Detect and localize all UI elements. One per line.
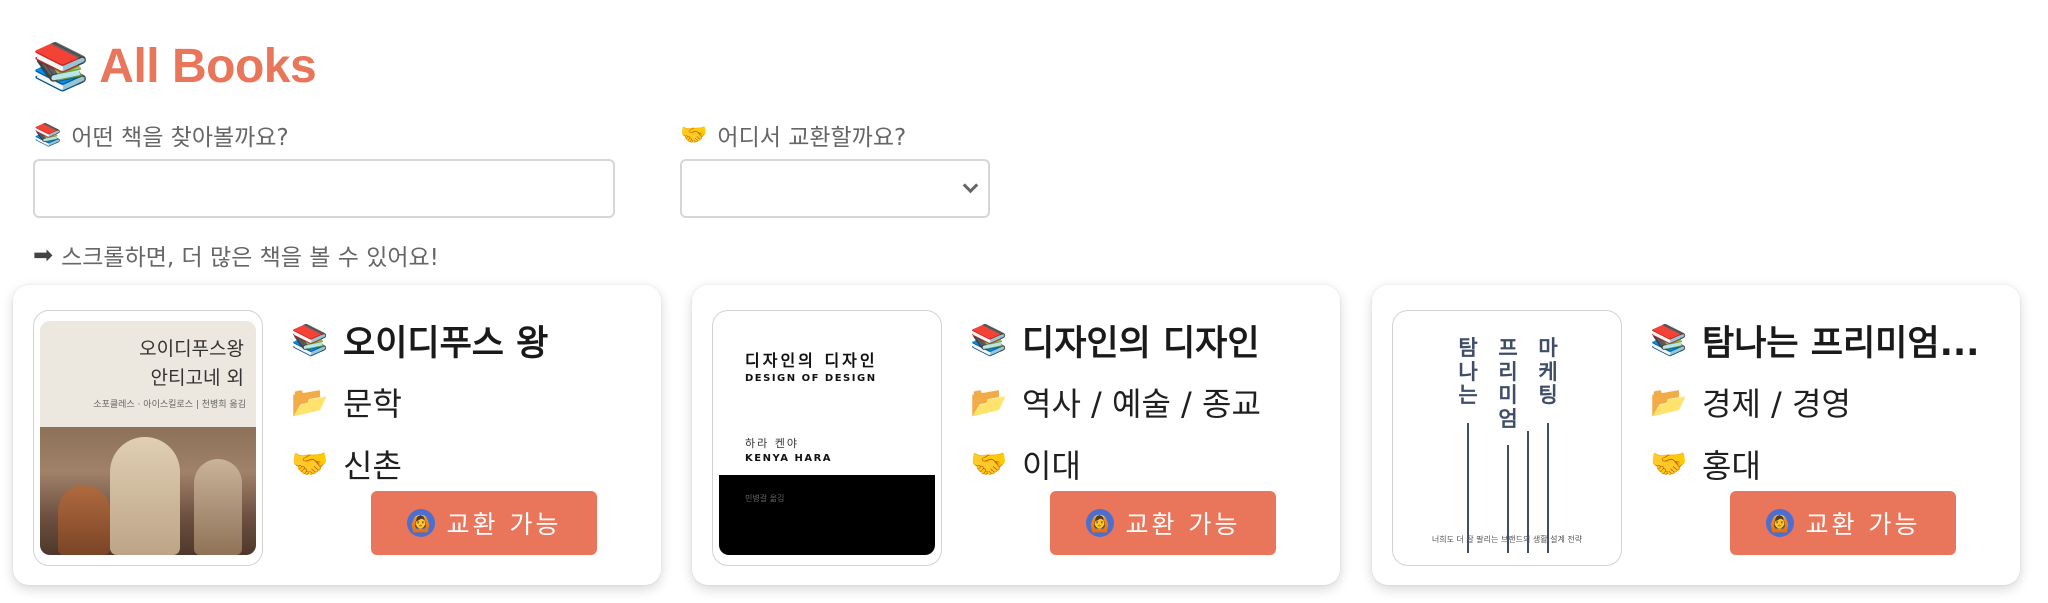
cover-author: 소포클레스 · 아이스킬로스 | 천병희 옮김: [93, 400, 246, 410]
handshake-icon: 🤝: [291, 446, 329, 482]
books-icon: 📚: [1650, 322, 1688, 358]
book-category-row: 📂 역사 / 예술 / 종교: [970, 371, 1320, 433]
page-title: 📚 All Books: [32, 36, 317, 96]
book-category-row: 📂 문학: [291, 371, 641, 433]
cover-painting: [40, 427, 256, 555]
cover-title-en: DESIGN OF DESIGN: [745, 373, 877, 384]
handshake-icon: 🤝: [680, 122, 708, 148]
book-category: 경제 / 경영: [1702, 385, 1851, 423]
folder-icon: 📂: [970, 384, 1008, 420]
books-icon: 📚: [34, 122, 62, 148]
handshake-icon: 🤝: [1650, 446, 1688, 482]
book-title-row: 📚 탐나는 프리미엄...: [1650, 309, 2000, 371]
handshake-icon: 🤝: [970, 446, 1008, 482]
search-label-text: 어떤 책을 찾아볼까요?: [71, 125, 289, 151]
cover-title-glyph: 프: [1498, 336, 1518, 360]
cover-author-en: KENYA HARA: [745, 453, 833, 464]
cover-title-glyph: 리: [1498, 359, 1518, 384]
book-card[interactable]: 오이디푸스왕 안티고네 외 소포클레스 · 아이스킬로스 | 천병희 옮김 📚 …: [13, 285, 661, 585]
book-title-row: 📚 디자인의 디자인: [970, 309, 1320, 371]
cover-title-glyph: 케: [1538, 359, 1558, 384]
books-icon: 📚: [291, 322, 329, 358]
book-cover-frame: 오이디푸스왕 안티고네 외 소포클레스 · 아이스킬로스 | 천병희 옮김: [33, 310, 263, 566]
cover-title-glyph: 팅: [1538, 383, 1558, 408]
exchange-button-label: 교환 가능: [1125, 510, 1241, 539]
exchange-button-label: 교환 가능: [446, 510, 562, 539]
exchange-available-button[interactable]: 🙆 교환 가능: [371, 491, 597, 555]
search-input[interactable]: [33, 159, 615, 218]
books-icon: 📚: [32, 39, 90, 93]
exchange-available-button[interactable]: 🙆 교환 가능: [1050, 491, 1276, 555]
cover-title-glyph: 탐: [1458, 336, 1478, 360]
cover-title: 디자인의 디자인: [745, 351, 878, 370]
page-title-text: All Books: [99, 39, 317, 93]
cover-title-glyph: 는: [1458, 383, 1478, 408]
person-ok-icon: 🙆: [1085, 509, 1114, 537]
book-category-row: 📂 경제 / 경영: [1650, 371, 2000, 433]
cover-author: 하라 켄야: [745, 437, 799, 450]
book-category: 문학: [343, 385, 402, 423]
book-card[interactable]: 디자인의 디자인 DESIGN OF DESIGN 하라 켄야 KENYA HA…: [692, 285, 1340, 585]
location-select[interactable]: [680, 159, 990, 218]
book-title: 오이디푸스 왕: [343, 323, 549, 364]
person-ok-icon: 🙆: [406, 509, 435, 537]
scroll-hint-text: 스크롤하면, 더 많은 책을 볼 수 있어요!: [61, 245, 439, 271]
book-cover-frame: 탐나는 프리미엄 마케팅 너희도 더 잘 팔리는 브랜드의 생활 설계 전략: [1392, 310, 1622, 566]
chevron-down-icon: [962, 177, 979, 194]
folder-icon: 📂: [291, 384, 329, 420]
books-icon: 📚: [970, 322, 1008, 358]
cover-title-col3: 마케팅: [1537, 336, 1559, 408]
location-label: 🤝 어디서 교환할까요?: [680, 118, 906, 152]
person-ok-icon: 🙆: [1765, 509, 1794, 537]
cover-subtitle: 너희도 더 잘 팔리는 브랜드의 생활 설계 전략: [1431, 535, 1583, 544]
search-label: 📚 어떤 책을 찾아볼까요?: [34, 118, 289, 152]
cover-title-glyph: 나: [1458, 359, 1478, 384]
book-location-row: 🤝 이대: [970, 433, 1320, 495]
book-cover-frame: 디자인의 디자인 DESIGN OF DESIGN 하라 켄야 KENYA HA…: [712, 310, 942, 566]
exchange-button-label: 교환 가능: [1805, 510, 1921, 539]
cover-title-glyph: 마: [1538, 336, 1558, 360]
book-cover: 오이디푸스왕 안티고네 외 소포클레스 · 아이스킬로스 | 천병희 옮김: [40, 321, 256, 555]
book-location-row: 🤝 신촌: [291, 433, 641, 495]
book-title: 디자인의 디자인: [1022, 323, 1260, 364]
book-category: 역사 / 예술 / 종교: [1022, 385, 1261, 423]
cover-title-glyph: 미: [1498, 383, 1518, 408]
cover-title-col1: 탐나는: [1457, 336, 1479, 408]
cover-title-line: 오이디푸스왕: [139, 338, 244, 360]
cover-title-line: 안티고네 외: [150, 366, 244, 389]
book-cover: 탐나는 프리미엄 마케팅 너희도 더 잘 팔리는 브랜드의 생활 설계 전략: [1399, 321, 1615, 555]
cover-title-glyph: 엄: [1498, 406, 1518, 431]
cover-translator: 민병걸 옮김: [745, 494, 785, 503]
book-card[interactable]: 탐나는 프리미엄 마케팅 너희도 더 잘 팔리는 브랜드의 생활 설계 전략 📚…: [1372, 285, 2020, 585]
location-label-text: 어디서 교환할까요?: [717, 125, 907, 151]
cover-title-col2: 프리미엄: [1497, 336, 1519, 431]
book-location: 신촌: [343, 447, 402, 485]
arrow-right-icon: ➡: [33, 241, 54, 269]
book-location-row: 🤝 홍대: [1650, 433, 2000, 495]
scroll-hint: ➡ 스크롤하면, 더 많은 책을 볼 수 있어요!: [33, 238, 439, 272]
folder-icon: 📂: [1650, 384, 1688, 420]
book-cover: 디자인의 디자인 DESIGN OF DESIGN 하라 켄야 KENYA HA…: [719, 321, 935, 555]
book-title: 탐나는 프리미엄...: [1702, 323, 1980, 364]
book-location: 홍대: [1702, 447, 1761, 485]
book-title-row: 📚 오이디푸스 왕: [291, 309, 641, 371]
exchange-available-button[interactable]: 🙆 교환 가능: [1730, 491, 1956, 555]
book-location: 이대: [1022, 447, 1081, 485]
